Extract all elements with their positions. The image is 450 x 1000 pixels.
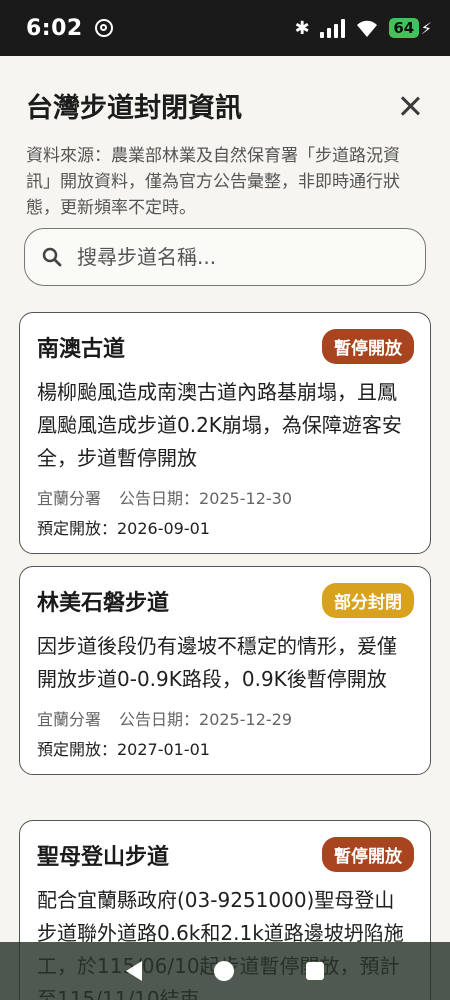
status-badge: 部分封閉 — [322, 583, 414, 618]
home-icon[interactable] — [214, 961, 234, 981]
page-title: 台灣步道封閉資訊 — [26, 93, 242, 124]
office-label: 宜蘭分署 — [37, 489, 102, 508]
office-label: 宜蘭分署 — [37, 710, 102, 729]
status-bar: 6:02 ✱ 64 ⚡ — [0, 0, 450, 56]
search-input[interactable] — [77, 245, 397, 269]
status-badge: 暫停開放 — [322, 837, 414, 872]
header: 台灣步道封閉資訊 資料來源：農業部林業及自然保育署「步道路況資訊」開放資料，僅為… — [26, 86, 424, 221]
navigation-bar — [0, 942, 450, 1000]
trail-name: 林美石磐步道 — [37, 590, 170, 616]
search-icon — [42, 247, 62, 267]
data-source-note: 資料來源：農業部林業及自然保育署「步道路況資訊」開放資料，僅為官方公告彙整，非即… — [26, 146, 400, 218]
trail-card[interactable]: 林美石磐步道 部分封閉 因步道後段仍有邊坡不穩定的情形，爰僅開放步道0-0.9K… — [19, 566, 431, 775]
trail-name: 南澳古道 — [37, 336, 126, 362]
hotspot-icon — [94, 19, 113, 37]
status-icons: ✱ 64 ⚡ — [295, 18, 432, 39]
wifi-icon — [356, 20, 377, 37]
reopen-date: 預定開放：2027-01-01 — [37, 740, 210, 759]
reopen-date: 預定開放：2026-09-01 — [37, 519, 210, 538]
announce-date: 公告日期：2025-12-30 — [119, 489, 293, 508]
announce-date: 公告日期：2025-12-29 — [119, 710, 293, 729]
trail-name: 聖母登山步道 — [37, 844, 170, 870]
bluetooth-icon: ✱ — [294, 17, 310, 39]
trail-description: 因步道後段仍有邊坡不穩定的情形，爰僅開放步道0-0.9K路段，0.9K後暫停開放 — [37, 634, 397, 691]
recent-apps-icon[interactable] — [306, 962, 324, 980]
trail-card[interactable]: 南澳古道 暫停開放 楊柳颱風造成南澳古道內路基崩塌，且鳳凰颱風造成步道0.2K崩… — [19, 312, 431, 554]
back-icon[interactable] — [126, 961, 142, 981]
battery-icon: 64 ⚡ — [388, 18, 432, 38]
search-box[interactable] — [24, 228, 426, 286]
battery-level: 64 — [388, 18, 419, 38]
signal-icon — [319, 18, 345, 38]
charging-icon: ⚡ — [420, 18, 432, 38]
trail-description: 楊柳颱風造成南澳古道內路基崩塌，且鳳凰颱風造成步道0.2K崩塌，為保障遊客安全，… — [37, 380, 402, 470]
status-badge: 暫停開放 — [322, 329, 414, 364]
status-time: 6:02 — [26, 15, 83, 41]
close-icon[interactable] — [396, 92, 424, 120]
